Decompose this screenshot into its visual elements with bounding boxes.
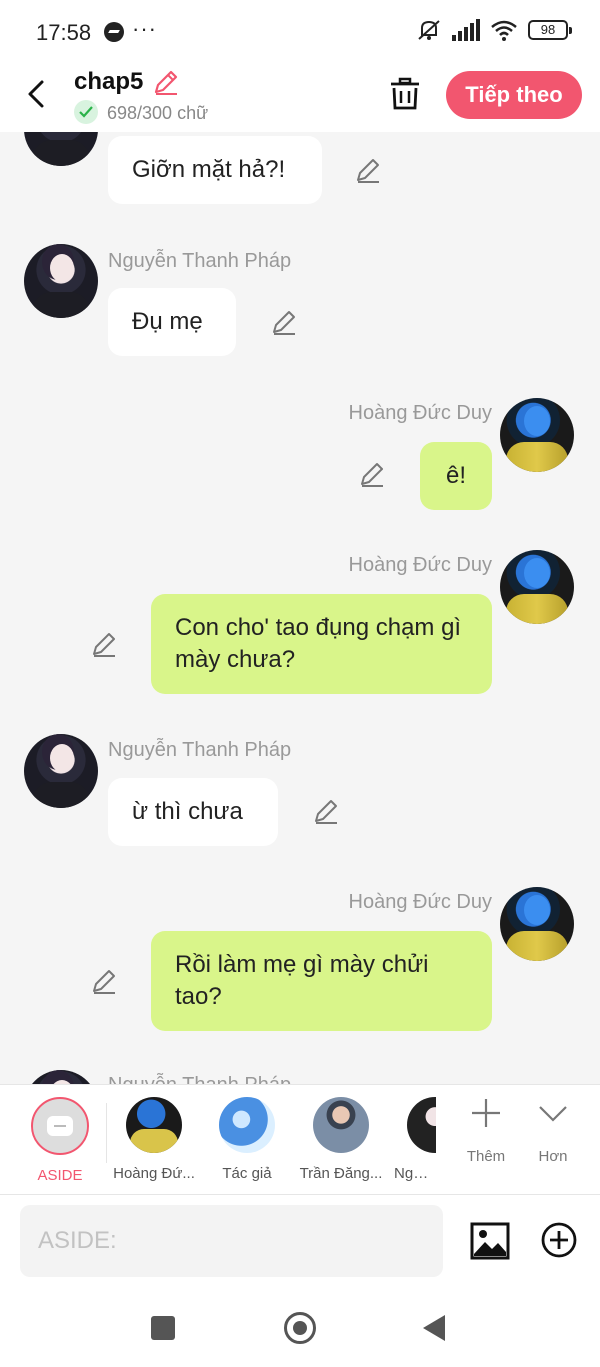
add-icon[interactable] bbox=[541, 1222, 577, 1258]
status-bar: 17:58 ··· 98 bbox=[0, 0, 600, 62]
expand-button[interactable]: Hơn bbox=[518, 1097, 588, 1165]
character-aside[interactable]: ASIDE bbox=[15, 1097, 105, 1184]
avatar bbox=[219, 1097, 275, 1153]
message-bubble[interactable]: Con cho' tao đụng chạm gì mày chưa? bbox=[151, 594, 492, 694]
character-name: Nguyễ bbox=[394, 1165, 436, 1182]
sender-name: Nguyễn Thanh Pháp bbox=[108, 1074, 291, 1084]
sender-name: Nguyễn Thanh Pháp bbox=[108, 250, 292, 272]
avatar bbox=[313, 1097, 369, 1153]
avatar bbox=[407, 1097, 436, 1153]
sender-name: Hoàng Đức Duy bbox=[348, 891, 492, 913]
mute-icon bbox=[416, 18, 442, 42]
message-bubble[interactable]: ừ thì chưa bbox=[108, 778, 278, 846]
home-button[interactable] bbox=[284, 1312, 316, 1344]
edit-message-icon[interactable] bbox=[90, 630, 118, 658]
plus-icon bbox=[472, 1099, 500, 1127]
word-count: 698/300 chữ bbox=[107, 103, 209, 123]
avatar[interactable] bbox=[24, 132, 98, 166]
next-button[interactable]: Tiếp theo bbox=[446, 71, 582, 119]
message-bubble[interactable]: ê! bbox=[420, 442, 492, 510]
expand-label: Hơn bbox=[538, 1148, 568, 1165]
header: chap5 698/300 chữ Tiếp theo bbox=[0, 62, 600, 132]
add-label: Thêm bbox=[466, 1148, 506, 1165]
character-bar: ASIDE Hoàng Đứ... Tác giả Trần Đăng... N… bbox=[0, 1084, 600, 1194]
character-name: ASIDE bbox=[37, 1167, 83, 1184]
divider bbox=[106, 1103, 107, 1163]
status-time: 17:58 bbox=[36, 20, 92, 45]
system-back-button[interactable] bbox=[423, 1315, 445, 1341]
system-nav-bar bbox=[0, 1294, 600, 1367]
back-button[interactable] bbox=[22, 76, 52, 112]
message-bubble[interactable]: Rồi làm mẹ gì mày chửi tao? bbox=[151, 931, 492, 1031]
character-tac-gia[interactable]: Tác giả bbox=[202, 1097, 292, 1182]
chat-area[interactable]: Giỡn mặt hả?! Nguyễn Thanh Pháp Đụ mẹ Ho… bbox=[0, 132, 600, 1084]
add-character-button[interactable]: Thêm bbox=[451, 1097, 521, 1165]
edit-message-icon[interactable] bbox=[358, 460, 386, 488]
avatar bbox=[126, 1097, 182, 1153]
avatar[interactable] bbox=[24, 1070, 98, 1084]
character-name: Trần Đăng... bbox=[299, 1165, 383, 1182]
sender-name: Hoàng Đức Duy bbox=[348, 402, 492, 424]
messenger-icon bbox=[104, 22, 124, 42]
check-icon bbox=[74, 100, 98, 124]
recents-button[interactable] bbox=[151, 1316, 175, 1340]
sender-name: Hoàng Đức Duy bbox=[348, 554, 492, 576]
message-bubble[interactable]: Đụ mẹ bbox=[108, 288, 236, 356]
edit-message-icon[interactable] bbox=[90, 967, 118, 995]
avatar[interactable] bbox=[24, 244, 98, 318]
character-tran-dang[interactable]: Trần Đăng... bbox=[296, 1097, 386, 1182]
page-title: chap5 bbox=[74, 68, 144, 95]
input-bar bbox=[0, 1194, 600, 1294]
more-notifications-icon: ··· bbox=[132, 16, 157, 41]
character-name: Tác giả bbox=[222, 1165, 272, 1182]
edit-message-icon[interactable] bbox=[354, 156, 382, 184]
message-input[interactable] bbox=[20, 1205, 443, 1277]
character-nguyen[interactable]: Nguyễ bbox=[388, 1097, 436, 1182]
delete-button[interactable] bbox=[388, 76, 422, 112]
wifi-icon bbox=[490, 19, 518, 41]
avatar[interactable] bbox=[24, 734, 98, 808]
message-bubble[interactable]: Giỡn mặt hả?! bbox=[108, 136, 322, 204]
battery-icon: 98 bbox=[528, 20, 572, 40]
signal-icon bbox=[452, 19, 480, 41]
avatar[interactable] bbox=[500, 550, 574, 624]
character-hoang-duc-duy[interactable]: Hoàng Đứ... bbox=[109, 1097, 199, 1182]
avatar[interactable] bbox=[500, 887, 574, 961]
edit-message-icon[interactable] bbox=[312, 797, 340, 825]
chevron-down-icon bbox=[539, 1106, 567, 1122]
character-name: Hoàng Đứ... bbox=[113, 1165, 195, 1182]
edit-title-icon[interactable] bbox=[152, 68, 180, 101]
image-icon[interactable] bbox=[470, 1222, 510, 1260]
sender-name: Nguyễn Thanh Pháp bbox=[108, 739, 292, 761]
aside-avatar bbox=[31, 1097, 89, 1155]
avatar[interactable] bbox=[500, 398, 574, 472]
edit-message-icon[interactable] bbox=[270, 308, 298, 336]
chat-bubble-icon bbox=[47, 1116, 73, 1136]
